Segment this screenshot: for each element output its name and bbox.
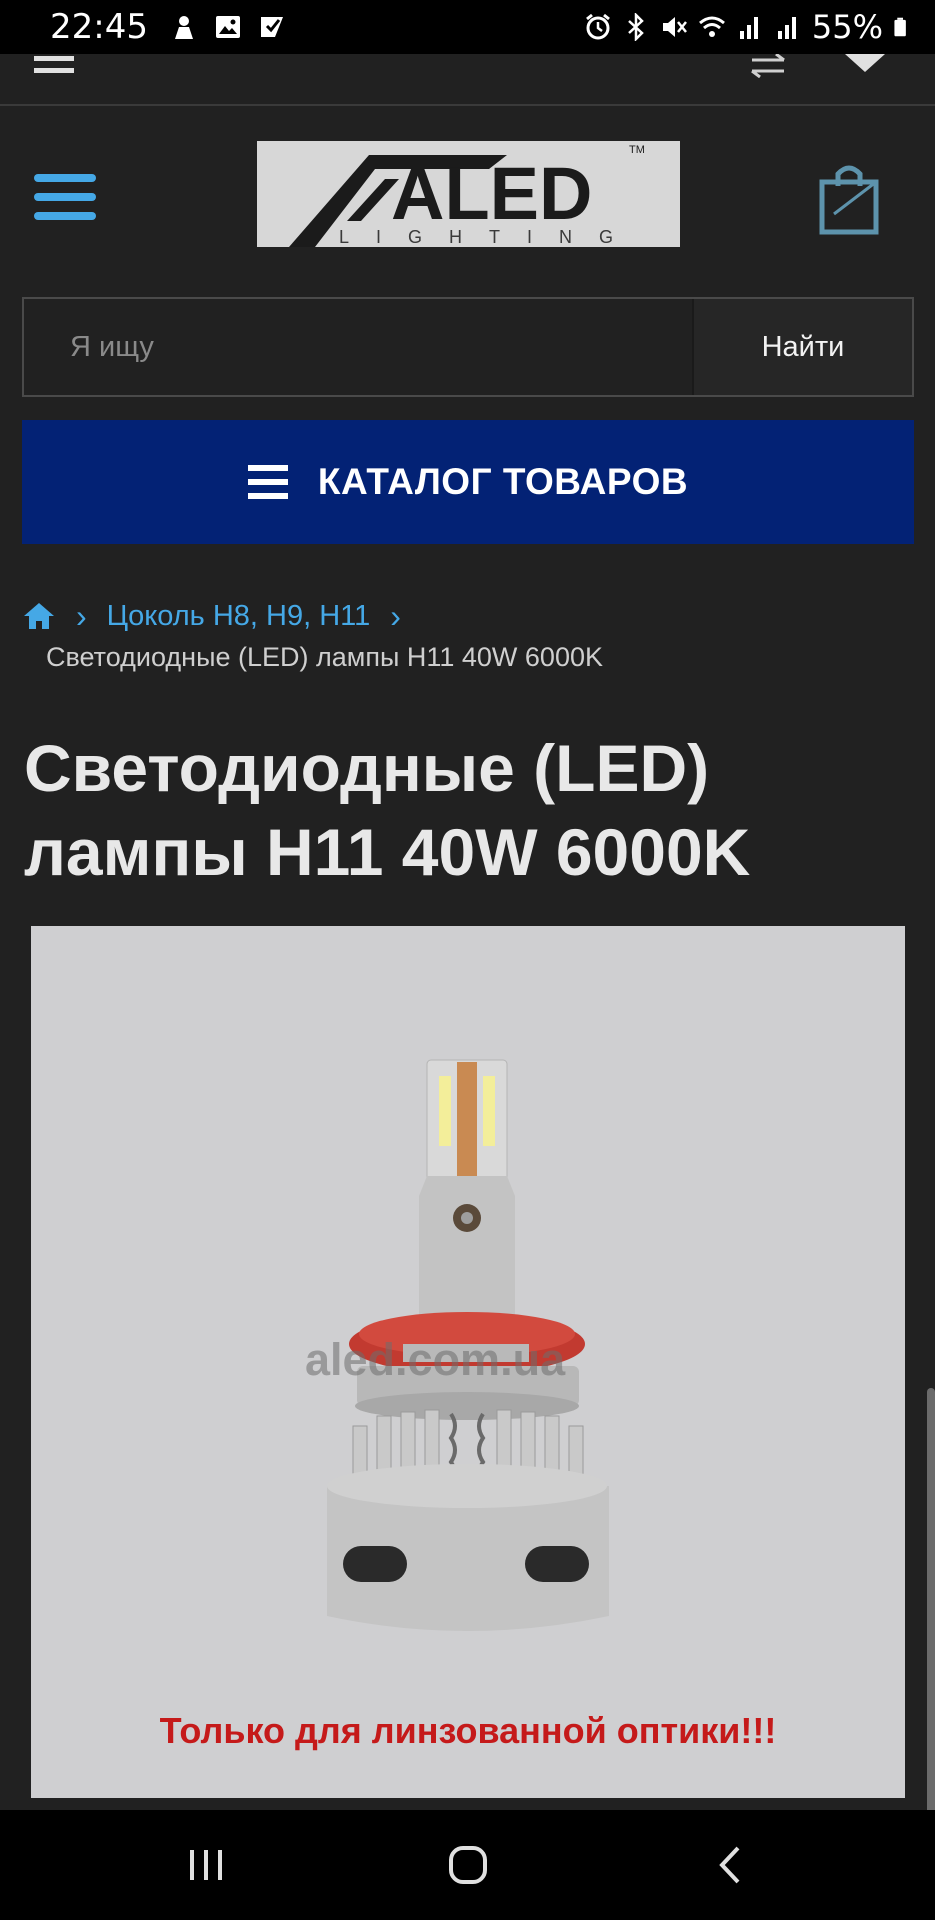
alarm-icon [585, 13, 610, 40]
menu-line [34, 174, 96, 182]
breadcrumb: › Цоколь H8, H9, H11 › Светодиодные (LED… [22, 592, 914, 673]
menu-line [34, 212, 96, 220]
scrollbar[interactable] [927, 1388, 935, 1818]
breadcrumb-separator: › [76, 597, 87, 634]
status-right-icons: 55% [584, 8, 913, 46]
logo-graphic: ALED TM LIGHTING [289, 144, 645, 247]
catalog-label: КАТАЛОГ ТОВАРОВ [317, 461, 689, 502]
search-input[interactable] [24, 299, 692, 395]
status-bar: 22:45 55% [0, 0, 935, 54]
cart-button[interactable] [818, 162, 880, 236]
page-title: Светодиодные (LED) лампы H11 40W 6000K [24, 731, 751, 889]
list-icon [247, 465, 288, 499]
status-time: 22:45 [50, 7, 148, 47]
logo-text: ALED [391, 152, 592, 235]
back-button[interactable] [668, 1810, 788, 1920]
signal-icon [777, 17, 796, 39]
wifi-icon [698, 16, 725, 37]
breadcrumb-separator: › [390, 597, 401, 634]
main-menu-button[interactable] [34, 174, 96, 230]
back-arrow-icon [719, 1846, 740, 1884]
home-icon[interactable] [22, 601, 56, 631]
shopping-bag-icon [819, 165, 879, 235]
logo-subtitle: LIGHTING [339, 227, 640, 247]
catalog-button[interactable]: КАТАЛОГ ТОВАРОВ [22, 420, 914, 544]
signal-icon [739, 17, 758, 39]
home-circle-icon [449, 1846, 487, 1884]
menu-icon[interactable] [34, 54, 74, 78]
compare-icon[interactable] [750, 54, 786, 78]
breadcrumb-current: Светодиодные (LED) лампы H11 40W 6000K [46, 642, 603, 672]
product-warning-text: Только для линзованной оптики!!! [159, 1710, 777, 1751]
image-icon [215, 16, 240, 38]
site-logo[interactable]: ALED TM LIGHTING [257, 141, 680, 247]
breadcrumb-link-category[interactable]: Цоколь H8, H9, H11 [107, 600, 371, 633]
download-app-icon [174, 16, 193, 39]
system-nav-bar [0, 1810, 935, 1920]
checkbox-icon [260, 17, 283, 37]
search-bar: Найти [22, 297, 914, 397]
product-image[interactable]: aled.com.ua Только для линзованной оптик… [31, 926, 905, 1798]
watermark: aled.com.ua [305, 1334, 566, 1385]
mute-icon [662, 17, 687, 37]
site-header: ALED TM LIGHTING [0, 108, 935, 288]
battery-percent: 55% [811, 8, 883, 46]
logo-trademark: TM [629, 144, 645, 156]
favorite-icon[interactable] [845, 54, 885, 74]
status-left-icons [170, 13, 286, 41]
search-button[interactable]: Найти [692, 299, 912, 395]
sticky-toolbar [0, 54, 935, 106]
home-button[interactable] [408, 1810, 528, 1920]
recent-apps-icon [190, 1850, 222, 1880]
bluetooth-icon [628, 13, 644, 41]
recent-apps-button[interactable] [148, 1810, 268, 1920]
battery-icon [894, 17, 906, 37]
menu-line [34, 193, 96, 201]
